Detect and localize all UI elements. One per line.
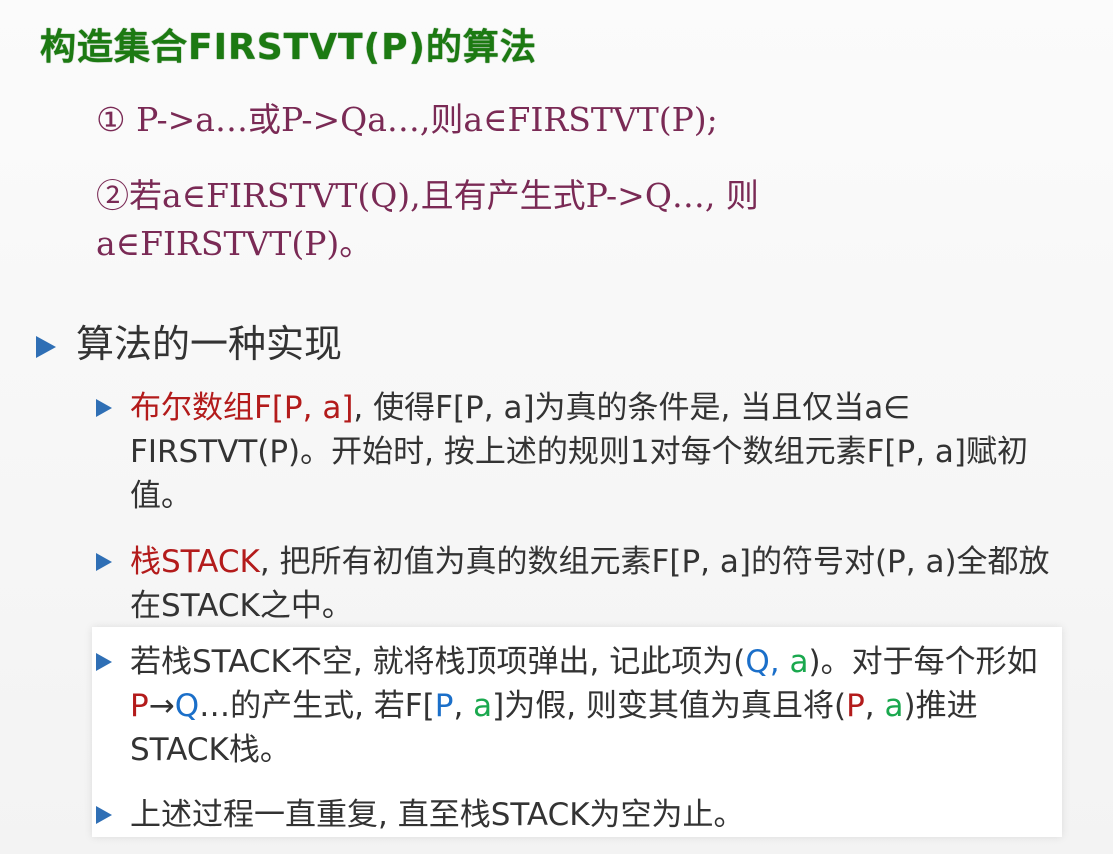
rule-1: ① P->a…或P->Qa…,则a∈FIRSTVT(P); <box>96 100 718 139</box>
slide-title: 构造集合FIRSTVT(P)的算法 <box>40 27 537 68</box>
main-bullet: 算法的一种实现 <box>36 313 342 368</box>
sub-bullet-1-text: 布尔数组F[P, a], 使得F[P, a]为真的条件是, 当且仅当a∈ FIR… <box>130 386 1056 518</box>
s3-q: Q <box>745 644 770 680</box>
main-bullet-label: 算法的一种实现 <box>76 322 343 366</box>
sub-bullet-2-text: 栈STACK, 把所有初值为真的数组元素F[P, a]的符号对(P, a)全都放… <box>130 540 1056 628</box>
s3-t3: …的产生式, 若F[ <box>199 688 435 724</box>
s3-comma2: , <box>453 688 474 724</box>
bullet-arrow-icon <box>36 335 56 358</box>
sub-bullet-4-text: 上述过程一直重复, 直至栈STACK为空为止。 <box>130 797 745 833</box>
s3-p: P <box>130 688 149 724</box>
s3-a2: a <box>473 688 493 724</box>
rule-2: ②若a∈FIRSTVT(Q),且有产生式P->Q…, 则 a∈FIRSTVT(P… <box>96 176 759 263</box>
s3-comma3: , <box>864 688 885 724</box>
sub-bullet-4: 上述过程一直重复, 直至栈STACK为空为止。 <box>96 793 1056 837</box>
sub-bullet-1-highlight: 布尔数组F[P, a] <box>130 390 354 426</box>
s3-arrow: → <box>148 688 175 724</box>
sub-bullet-3-text: 若栈STACK不空, 就将栈顶项弹出, 记此项为(Q, a)。对于每个形如P→Q… <box>130 640 1056 772</box>
bullet-arrow-icon <box>96 806 112 824</box>
s3-t4: ]为假, 则变其值为真且将( <box>492 688 847 724</box>
slide: 构造集合FIRSTVT(P)的算法 ① P->a…或P->Qa…,则a∈FIRS… <box>0 0 1113 854</box>
s3-a1: a <box>789 644 809 680</box>
s3-t1: 若栈STACK不空, 就将栈顶项弹出, 记此项为( <box>130 644 746 680</box>
s3-comma: , <box>769 644 790 680</box>
s3-a3: a <box>884 688 904 724</box>
sub-bullet-3: 若栈STACK不空, 就将栈顶项弹出, 记此项为(Q, a)。对于每个形如P→Q… <box>96 640 1056 772</box>
bullet-arrow-icon <box>96 399 112 417</box>
bullet-arrow-icon <box>96 653 112 671</box>
bullet-arrow-icon <box>96 553 112 571</box>
sub-bullet-2: 栈STACK, 把所有初值为真的数组元素F[P, a]的符号对(P, a)全都放… <box>96 540 1056 628</box>
sub-bullet-2-rest: , 把所有初值为真的数组元素F[P, a]的符号对(P, a)全都放在STACK… <box>130 544 1050 624</box>
sub-bullet-2-highlight: 栈STACK <box>130 544 260 580</box>
s3-p2: P <box>434 688 454 724</box>
s3-t2: )。对于每个形如 <box>808 644 1038 680</box>
sub-bullet-1: 布尔数组F[P, a], 使得F[P, a]为真的条件是, 当且仅当a∈ FIR… <box>96 386 1056 518</box>
s3-p3: P <box>846 688 865 724</box>
s3-q2: Q <box>174 688 200 724</box>
